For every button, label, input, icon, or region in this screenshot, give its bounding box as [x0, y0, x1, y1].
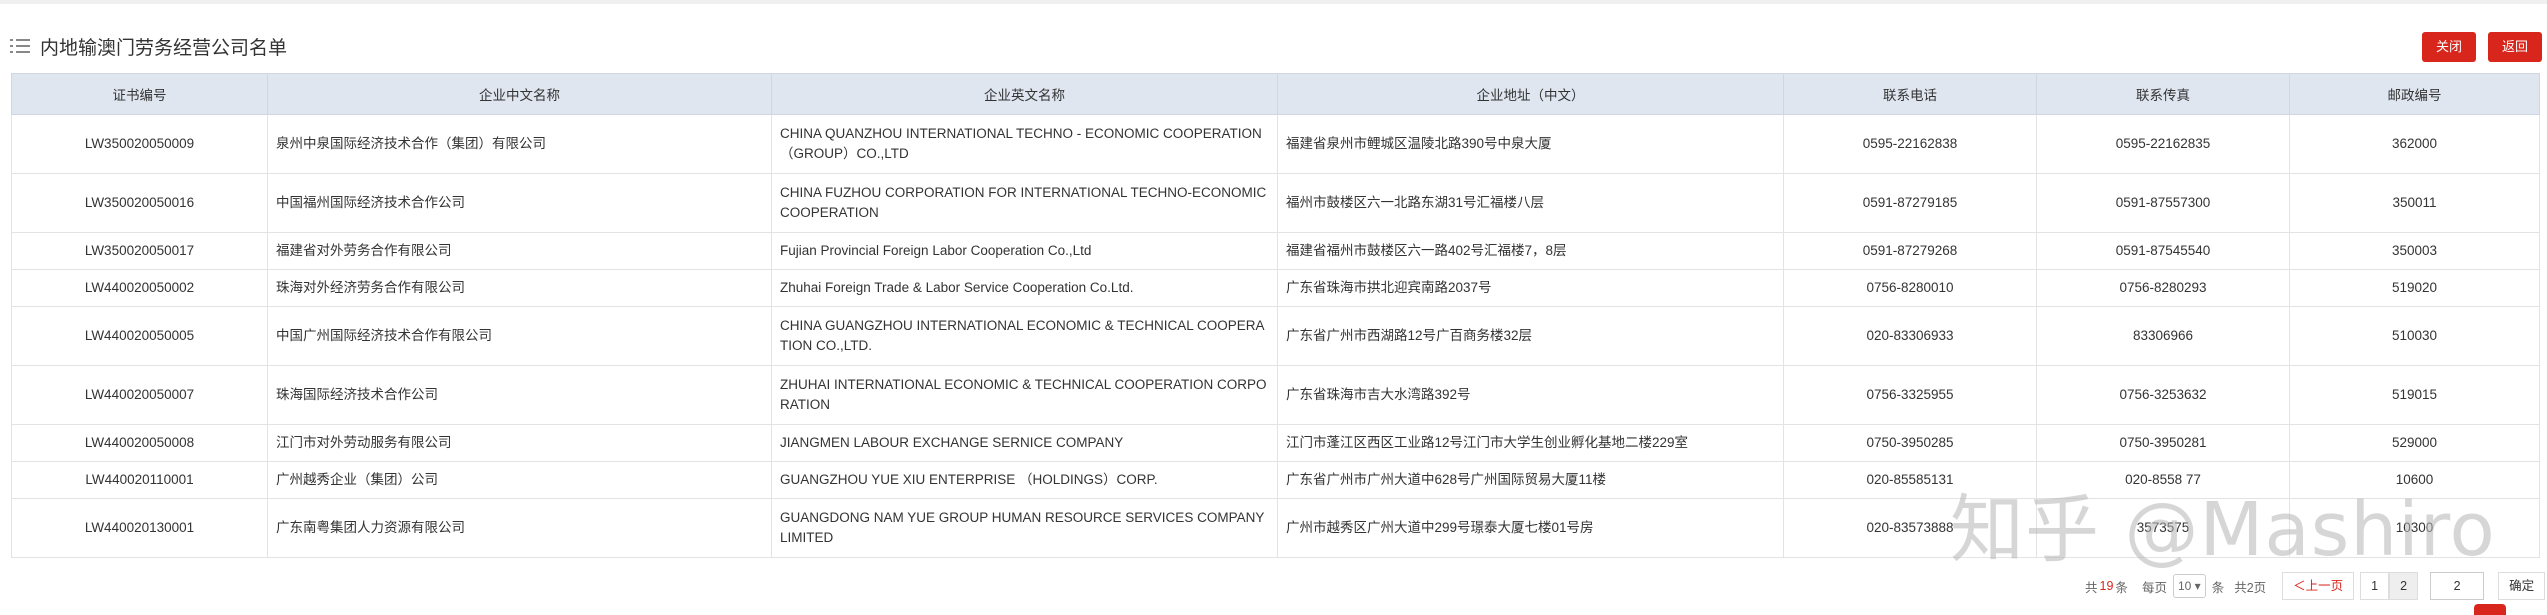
top-strip	[0, 0, 2547, 4]
cell-name-cn: 广州越秀企业（集团）公司	[267, 461, 772, 499]
cell-address: 广东省珠海市吉大水湾路392号	[1277, 365, 1784, 425]
cell-name-en: GUANGDONG NAM YUE GROUP HUMAN RESOURCE S…	[771, 498, 1278, 558]
cell-name-en: JIANGMEN LABOUR EXCHANGE SERNICE COMPANY	[771, 424, 1278, 462]
cell-fax: 0756-3253632	[2036, 365, 2290, 425]
cell-fax: 0756-8280293	[2036, 269, 2290, 307]
column-header: 企业地址（中文）	[1277, 73, 1784, 115]
column-header: 联系电话	[1783, 73, 2037, 115]
close-button[interactable]: 关闭	[2422, 32, 2477, 62]
table-row: LW350020050017 福建省对外劳务合作有限公司 Fujian Prov…	[11, 232, 2540, 270]
cell-phone: 0756-8280010	[1783, 269, 2037, 307]
cell-address: 江门市蓬江区西区工业路12号江门市大学生创业孵化基地二楼229室	[1277, 424, 1784, 462]
table-row: LW350020050016 中国福州国际经济技术合作公司 CHINA FUZH…	[11, 173, 2540, 233]
table-row: LW440020050002 珠海对外经济劳务合作有限公司 Zhuhai For…	[11, 269, 2540, 307]
cell-phone: 0756-3325955	[1783, 365, 2037, 425]
cell-fax: 0750-3950281	[2036, 424, 2290, 462]
column-header: 证书编号	[11, 73, 268, 115]
cell-fax: 0591-87545540	[2036, 232, 2290, 270]
cell-postcode: 350011	[2289, 173, 2540, 233]
per-page-suffix: 条	[2211, 580, 2225, 595]
page-title: 内地输澳门劳务经营公司名单	[40, 37, 288, 59]
total-suffix: 条	[2115, 580, 2128, 595]
cell-name-en: Fujian Provincial Foreign Labor Cooperat…	[771, 232, 1278, 270]
scroll-top-tab[interactable]	[2474, 604, 2506, 615]
cell-name-cn: 珠海国际经济技术合作公司	[267, 365, 772, 425]
back-button[interactable]: 返回	[2488, 32, 2543, 62]
cell-cert-no: LW440020050008	[11, 424, 268, 462]
cell-postcode: 529000	[2289, 424, 2540, 462]
page-header: 内地输澳门劳务经营公司名单	[10, 28, 287, 64]
total-count: 19	[2099, 579, 2114, 593]
cell-cert-no: LW440020050002	[11, 269, 268, 307]
cell-name-cn: 珠海对外经济劳务合作有限公司	[267, 269, 772, 307]
table-row: LW440020050008 江门市对外劳动服务有限公司 JIANGMEN LA…	[11, 424, 2540, 462]
column-header: 联系传真	[2036, 73, 2290, 115]
cell-name-cn: 江门市对外劳动服务有限公司	[267, 424, 772, 462]
cell-fax: 83306966	[2036, 306, 2290, 366]
cell-name-cn: 广东南粤集团人力资源有限公司	[267, 498, 772, 558]
cell-fax: 0591-87557300	[2036, 173, 2290, 233]
cell-phone: 020-83306933	[1783, 306, 2037, 366]
per-page-select[interactable]: 10 ▾	[2172, 574, 2206, 598]
table-header-row: 证书编号 企业中文名称 企业英文名称 企业地址（中文） 联系电话 联系传真 邮政…	[11, 73, 2540, 115]
cell-address: 广东省广州市广州大道中628号广州国际贸易大厦11楼	[1277, 461, 1784, 499]
cell-phone: 0595-22162838	[1783, 114, 2037, 174]
cell-phone: 0591-87279185	[1783, 173, 2037, 233]
table-row: LW440020050007 珠海国际经济技术合作公司 ZHUHAI INTER…	[11, 365, 2540, 425]
cell-address: 福建省福州市鼓楼区六一路402号汇福楼7，8层	[1277, 232, 1784, 270]
column-header: 企业英文名称	[771, 73, 1278, 115]
cell-fax: 0595-22162835	[2036, 114, 2290, 174]
table-row: LW350020050009 泉州中泉国际经济技术合作（集团）有限公司 CHIN…	[11, 114, 2540, 174]
cell-address: 广东省珠海市拱北迎宾南路2037号	[1277, 269, 1784, 307]
chevron-down-icon: ▾	[2194, 579, 2201, 593]
confirm-button[interactable]: 确定	[2498, 572, 2546, 600]
cell-address: 福建省泉州市鲤城区温陵北路390号中泉大厦	[1277, 114, 1784, 174]
cell-name-en: CHINA QUANZHOU INTERNATIONAL TECHNO - EC…	[771, 114, 1278, 174]
column-header: 邮政编号	[2289, 73, 2540, 115]
cell-name-cn: 泉州中泉国际经济技术合作（集团）有限公司	[267, 114, 772, 174]
total-prefix: 共	[2085, 580, 2098, 595]
cell-phone: 0591-87279268	[1783, 232, 2037, 270]
cell-postcode: 510030	[2289, 306, 2540, 366]
cell-name-en: CHINA GUANGZHOU INTERNATIONAL ECONOMIC &…	[771, 306, 1278, 366]
cell-phone: 0750-3950285	[1783, 424, 2037, 462]
cell-cert-no: LW440020050005	[11, 306, 268, 366]
per-page-label: 每页	[2141, 580, 2167, 595]
list-icon	[10, 37, 30, 55]
cell-name-cn: 中国福州国际经济技术合作公司	[267, 173, 772, 233]
cell-address: 广东省广州市西湖路12号广百商务楼32层	[1277, 306, 1784, 366]
cell-address: 广州市越秀区广州大道中299号璟泰大厦七楼01号房	[1277, 498, 1784, 558]
cell-cert-no: LW440020130001	[11, 498, 268, 558]
cell-name-en: ZHUHAI INTERNATIONAL ECONOMIC & TECHNICA…	[771, 365, 1278, 425]
pages-total: 共2页	[2234, 580, 2267, 595]
per-page-value: 10	[2177, 579, 2192, 593]
table-row: LW440020050005 中国广州国际经济技术合作有限公司 CHINA GU…	[11, 306, 2540, 366]
cell-name-en: CHINA FUZHOU CORPORATION FOR INTERNATION…	[771, 173, 1278, 233]
cell-cert-no: LW440020110001	[11, 461, 268, 499]
cell-address: 福州市鼓楼区六一北路东湖31号汇福楼八层	[1277, 173, 1784, 233]
column-header: 企业中文名称	[267, 73, 772, 115]
cell-cert-no: LW350020050017	[11, 232, 268, 270]
watermark: 知乎 @Mashiro	[1950, 487, 2496, 573]
cell-name-en: Zhuhai Foreign Trade & Labor Service Coo…	[771, 269, 1278, 307]
cell-name-cn: 福建省对外劳务合作有限公司	[267, 232, 772, 270]
cell-name-en: GUANGZHOU YUE XIU ENTERPRISE （HOLDINGS）C…	[771, 461, 1278, 499]
cell-postcode: 362000	[2289, 114, 2540, 174]
cell-postcode: 350003	[2289, 232, 2540, 270]
cell-cert-no: LW350020050009	[11, 114, 268, 174]
cell-postcode: 519020	[2289, 269, 2540, 307]
cell-cert-no: LW350020050016	[11, 173, 268, 233]
cell-cert-no: LW440020050007	[11, 365, 268, 425]
cell-name-cn: 中国广州国际经济技术合作有限公司	[267, 306, 772, 366]
cell-postcode: 519015	[2289, 365, 2540, 425]
